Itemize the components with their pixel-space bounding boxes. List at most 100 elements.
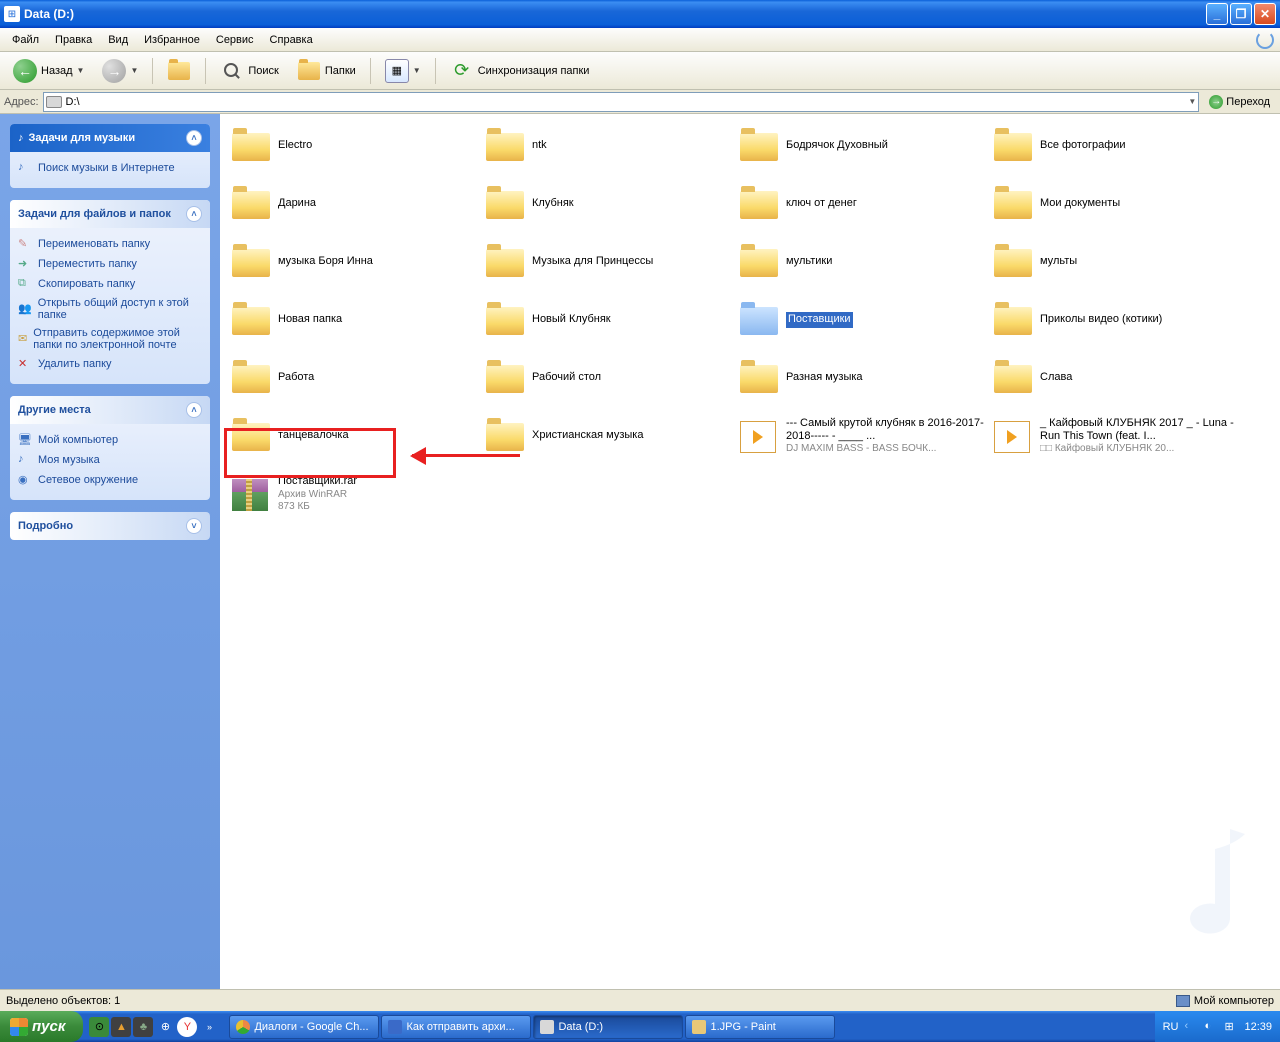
media-file-item[interactable]: --- Самый крутой клубняк в 2016-2017-201…: [738, 416, 988, 456]
folder-item[interactable]: музыка Боря Инна: [230, 242, 480, 282]
file-list-area[interactable]: Electro ntk Бодрячок Духовный Все фотогр…: [220, 114, 1280, 989]
folder-item[interactable]: Electro: [230, 126, 480, 166]
folder-item[interactable]: ключ от денег: [738, 184, 988, 224]
address-field[interactable]: D:\ ▼: [43, 92, 1200, 112]
search-label: Поиск: [248, 65, 278, 77]
folders-icon: [298, 62, 320, 80]
folder-item[interactable]: Дарина: [230, 184, 480, 224]
clock[interactable]: 12:39: [1244, 1021, 1272, 1033]
folder-item[interactable]: Бодрячок Духовный: [738, 126, 988, 166]
panel-header[interactable]: Задачи для файлов и папок ˄: [10, 200, 210, 228]
link-my-music[interactable]: ♪Моя музыка: [18, 450, 202, 470]
folder-item[interactable]: Мои документы: [992, 184, 1242, 224]
folder-icon: [484, 361, 526, 395]
menu-edit[interactable]: Правка: [47, 32, 100, 48]
panel-header[interactable]: Другие места ˄: [10, 396, 210, 424]
folder-item[interactable]: ntk: [484, 126, 734, 166]
folder-item[interactable]: Христианская музыка: [484, 416, 734, 456]
ql-item[interactable]: Y: [177, 1017, 197, 1037]
folders-button[interactable]: Папки: [290, 56, 363, 86]
go-arrow-icon: →: [1209, 95, 1223, 109]
ql-item[interactable]: ▲: [111, 1017, 131, 1037]
views-button[interactable]: ▦ ▼: [378, 56, 428, 86]
task-buttons: Диалоги - Google Ch... Как отправить арх…: [225, 1015, 1154, 1039]
folder-item[interactable]: Музыка для Принцессы: [484, 242, 734, 282]
music-icon: ♪: [18, 453, 32, 467]
rar-file-item[interactable]: Поставщики.rar Архив WinRAR 873 КБ: [230, 474, 480, 514]
close-button[interactable]: ✕: [1254, 3, 1276, 25]
annotation-arrow: [412, 454, 520, 457]
link-rename-folder[interactable]: ✎Переименовать папку: [18, 234, 202, 254]
link-delete-folder[interactable]: ✕Удалить папку: [18, 354, 202, 374]
status-location: Мой компьютер: [1194, 995, 1274, 1007]
panel-header[interactable]: Подробно ˅: [10, 512, 210, 540]
tray-icon[interactable]: ‹: [1184, 1020, 1198, 1034]
link-email-folder[interactable]: ✉Отправить содержимое этой папки по элек…: [18, 324, 202, 354]
ql-item[interactable]: ⊕: [155, 1017, 175, 1037]
folder-item[interactable]: Разная музыка: [738, 358, 988, 398]
language-indicator[interactable]: RU: [1163, 1021, 1179, 1033]
toolbar: ← Назад ▼ → ▼ Поиск Папки ▦ ▼ ⟳ Синхрони…: [0, 52, 1280, 90]
folder-label: Electro: [278, 139, 312, 152]
folder-icon: [992, 129, 1034, 163]
rar-icon: [230, 477, 272, 511]
maximize-button[interactable]: ❐: [1230, 3, 1252, 25]
folder-item[interactable]: мультики: [738, 242, 988, 282]
link-copy-folder[interactable]: ⧉Скопировать папку: [18, 274, 202, 294]
folder-label: Бодрячок Духовный: [786, 139, 888, 152]
window-titlebar: ⊞ Data (D:) _ ❐ ✕: [0, 0, 1280, 28]
menu-tools[interactable]: Сервис: [208, 32, 262, 48]
task-button-chrome[interactable]: Диалоги - Google Ch...: [229, 1015, 379, 1039]
folder-item[interactable]: Поставщики: [738, 300, 988, 340]
minimize-button[interactable]: _: [1206, 3, 1228, 25]
chrome-icon: [236, 1020, 250, 1034]
go-button[interactable]: → Переход: [1203, 95, 1276, 109]
chevron-up-icon: ˄: [186, 206, 202, 222]
start-button[interactable]: пуск: [0, 1011, 83, 1042]
ql-item[interactable]: ♣: [133, 1017, 153, 1037]
task-button-explorer[interactable]: Data (D:): [533, 1015, 683, 1039]
folder-label: Новая папка: [278, 313, 342, 326]
tray-icon[interactable]: ◐: [1204, 1020, 1218, 1034]
folder-item[interactable]: Новая папка: [230, 300, 480, 340]
folder-item[interactable]: мульты: [992, 242, 1242, 282]
link-share-folder[interactable]: 👥Открыть общий доступ к этой папке: [18, 294, 202, 324]
folder-icon: [992, 245, 1034, 279]
folder-label: Христианская музыка: [532, 429, 643, 442]
folder-item[interactable]: Работа: [230, 358, 480, 398]
dropdown-icon[interactable]: ▼: [1188, 97, 1196, 106]
menu-view[interactable]: Вид: [100, 32, 136, 48]
up-button[interactable]: [160, 56, 198, 86]
sync-label: Синхронизация папки: [478, 65, 590, 77]
rename-icon: ✎: [18, 237, 32, 251]
link-search-music-online[interactable]: ♪ Поиск музыки в Интернете: [18, 158, 202, 178]
link-network[interactable]: ◉Сетевое окружение: [18, 470, 202, 490]
folder-item[interactable]: Приколы видео (котики): [992, 300, 1242, 340]
folder-item[interactable]: Рабочий стол: [484, 358, 734, 398]
folder-label: Рабочий стол: [532, 371, 601, 384]
ql-item[interactable]: ⊙: [89, 1017, 109, 1037]
sync-button[interactable]: ⟳ Синхронизация папки: [443, 56, 597, 86]
tray-icon[interactable]: ⊞: [1224, 1020, 1238, 1034]
menu-favorites[interactable]: Избранное: [136, 32, 208, 48]
ql-expand[interactable]: »: [199, 1017, 219, 1037]
folder-item[interactable]: Слава: [992, 358, 1242, 398]
menu-file[interactable]: Файл: [4, 32, 47, 48]
panel-header[interactable]: ♪Задачи для музыки ˄: [10, 124, 210, 152]
share-icon: 👥: [18, 302, 32, 316]
folders-label: Папки: [325, 65, 356, 77]
media-file-item[interactable]: _ Кайфовый КЛУБНЯК 2017 _ - Luna - Run T…: [992, 416, 1242, 456]
forward-button[interactable]: → ▼: [95, 56, 145, 86]
status-bar: Выделено объектов: 1 Мой компьютер: [0, 989, 1280, 1011]
folder-item[interactable]: Все фотографии: [992, 126, 1242, 166]
link-move-folder[interactable]: ➜Переместить папку: [18, 254, 202, 274]
task-button-word[interactable]: Как отправить архи...: [381, 1015, 531, 1039]
quick-launch: ⊙ ▲ ♣ ⊕ Y »: [83, 1017, 225, 1037]
search-button[interactable]: Поиск: [213, 56, 285, 86]
link-my-computer[interactable]: 🖥Мой компьютер: [18, 430, 202, 450]
folder-item[interactable]: Новый Клубняк: [484, 300, 734, 340]
folder-item[interactable]: Клубняк: [484, 184, 734, 224]
back-button[interactable]: ← Назад ▼: [6, 56, 91, 86]
menu-help[interactable]: Справка: [262, 32, 321, 48]
task-button-paint[interactable]: 1.JPG - Paint: [685, 1015, 835, 1039]
